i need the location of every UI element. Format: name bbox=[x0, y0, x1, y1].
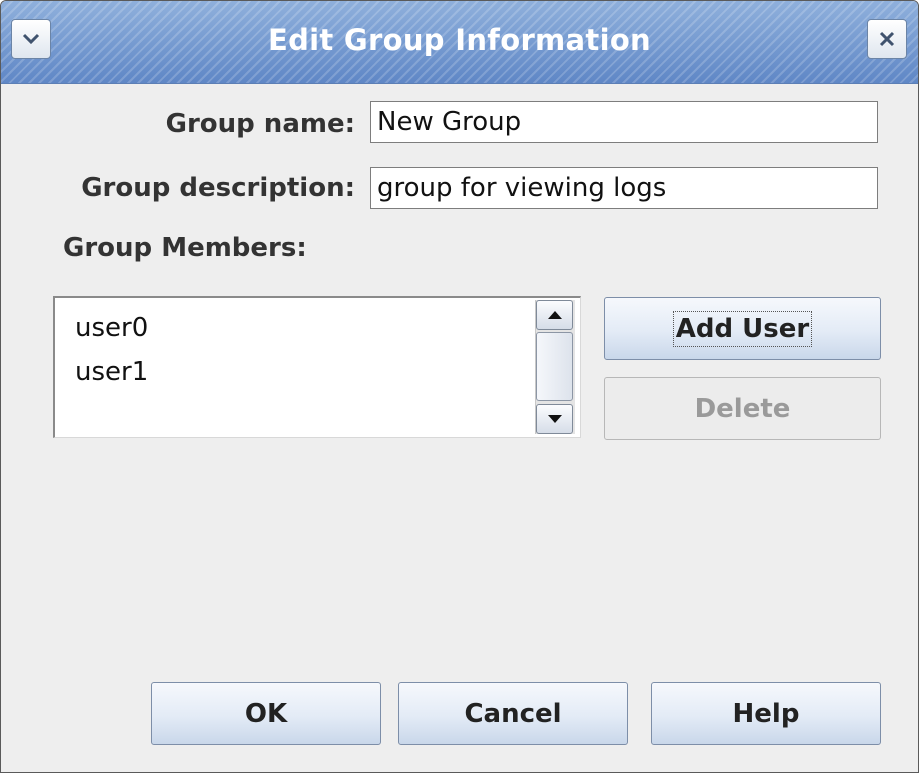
title-bar[interactable]: Edit Group Information bbox=[1, 1, 918, 84]
members-list[interactable]: user0 user1 bbox=[53, 296, 581, 438]
members-list-items: user0 user1 bbox=[55, 298, 533, 437]
edit-group-dialog: Edit Group Information Group name: Group… bbox=[0, 0, 919, 773]
window-title: Edit Group Information bbox=[267, 23, 652, 57]
add-user-label: Add User bbox=[672, 310, 813, 347]
scroll-down-button[interactable] bbox=[536, 404, 573, 434]
list-item[interactable]: user1 bbox=[55, 352, 533, 396]
ok-button[interactable]: OK bbox=[151, 682, 381, 745]
close-icon bbox=[879, 31, 895, 47]
scroll-up-button[interactable] bbox=[536, 300, 573, 330]
help-button[interactable]: Help bbox=[651, 682, 881, 745]
delete-button[interactable]: Delete bbox=[604, 377, 881, 440]
arrow-down-icon bbox=[548, 415, 562, 423]
add-user-button[interactable]: Add User bbox=[604, 297, 881, 360]
group-description-label: Group description: bbox=[81, 173, 355, 203]
vertical-scrollbar[interactable] bbox=[535, 300, 575, 434]
group-name-input[interactable] bbox=[370, 101, 878, 143]
list-item[interactable]: user0 bbox=[55, 308, 533, 352]
cancel-button[interactable]: Cancel bbox=[398, 682, 628, 745]
group-members-label: Group Members: bbox=[63, 233, 307, 263]
arrow-up-icon bbox=[548, 311, 562, 319]
close-button[interactable] bbox=[867, 19, 907, 59]
group-name-label: Group name: bbox=[165, 109, 355, 139]
group-description-input[interactable] bbox=[370, 167, 878, 209]
scroll-thumb[interactable] bbox=[536, 332, 573, 401]
